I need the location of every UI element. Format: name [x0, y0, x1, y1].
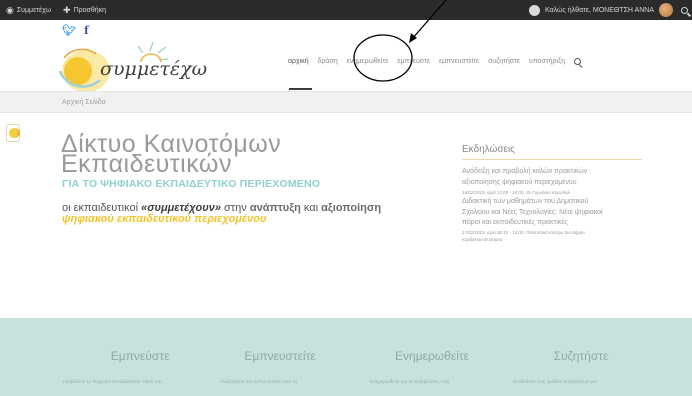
active-nav-underline [289, 88, 312, 90]
event-title-line: Σχολείου και Νέες Τεχνολογίες: Νέοι ψηφι… [462, 208, 603, 216]
events-divider [462, 159, 642, 160]
tagline-bold: αξιοποίηση [321, 202, 382, 214]
feature-title-inspire[interactable]: Εμπνεύστε [65, 349, 215, 363]
feature-title-discuss[interactable]: Συζητήστε [506, 349, 656, 363]
title-line-2: Εκπαιδευτικών [61, 150, 232, 178]
feature-text: Αναζητήστε και εμπνευστείτε από τα [220, 380, 297, 385]
tagline-part: και [300, 202, 322, 214]
notification-icon[interactable] [528, 4, 540, 16]
logo-text: συμμετέχω [100, 58, 208, 80]
plus-icon: ✚ [63, 4, 71, 15]
nav-item-inform[interactable]: ενημερωθείτε [347, 58, 389, 65]
nav-item-support[interactable]: υποστήριξη [529, 58, 565, 65]
avatar[interactable] [659, 3, 673, 17]
site-menu-item[interactable]: ◉ Συμμετέχω [6, 4, 52, 15]
hero-tagline: οι εκπαιδευτικοί «συμμετέχουν» στην ανάπ… [62, 203, 412, 225]
side-widget-tab[interactable] [6, 124, 20, 142]
nav-item-get-inspired[interactable]: εμπνευστείτε [439, 58, 479, 65]
page-subtitle: ΓΙΑ ΤΟ ΨΗΦΙΑΚΟ ΕΚΠΑΙΔΕΥΤΙΚΟ ΠΕΡΙΕΧΟΜΕΝΟ [62, 178, 321, 190]
nav-item-inspire[interactable]: εμπνευστε [397, 58, 430, 65]
event-date-line: Κορδελιού-Ευόσμου [462, 237, 503, 242]
feature-text: Ενημερωθείτε για τις εκδηλώσεις που [370, 380, 450, 385]
event-link[interactable]: Διδακτική των μαθημάτων του Δημοτικού Σχ… [462, 197, 647, 229]
event-title-line: αξιοποίησης ψηφιακού περιεχομένου [462, 178, 577, 186]
event-date-line: 17/02/2019, ώρα 08:15 - 14:00, Πολιτιστι… [462, 230, 585, 235]
page-title: Δίκτυο Καινοτόμων Εκπαιδευτικών [61, 132, 361, 178]
facebook-icon[interactable]: f [84, 24, 89, 37]
search-icon[interactable] [573, 58, 581, 65]
annotation-arrowhead [409, 33, 417, 43]
add-label: Προσθήκη [73, 6, 107, 14]
event-date: 16/02/2019, ώρα 12:00 - 15:00, 3ο Γυμνάσ… [462, 190, 570, 195]
main-nav: αρχική δράση ενημερωθείτε εμπνευστε εμπν… [288, 58, 581, 65]
feature-text: Υποβάλετε το Ψηφιακό Εκπαιδευτικό Υλικό … [62, 380, 163, 385]
twitter-icon[interactable]: 🐦︎ [62, 24, 76, 37]
add-new-item[interactable]: ✚ Προσθήκη [63, 4, 107, 15]
event-date: 17/02/2019, ώρα 08:15 - 14:00, Πολιτιστι… [462, 229, 647, 243]
event-title-line: Ανάδειξη και προβολή καλών πρακτικών [462, 168, 588, 175]
event-link[interactable]: Ανάδειξη και προβολή καλών πρακτικών αξι… [462, 167, 647, 188]
greeting-text[interactable]: Καλώς ήλθατε, ΜΟΝΕΘΤΣΗ ΑΝΝΑ [545, 7, 654, 14]
event-title-line: Διδακτική των μαθημάτων του Δημοτικού [462, 198, 589, 205]
nav-item-action[interactable]: δράση [318, 58, 338, 65]
social-links: 🐦︎ f [62, 24, 89, 37]
breadcrumb[interactable]: Αρχική Σελίδα [62, 99, 106, 106]
site-label: Συμμετέχω [16, 6, 52, 14]
admin-bar: ◉ Συμμετέχω ✚ Προσθήκη Καλώς ήλθατε, ΜΟΝ… [0, 0, 692, 20]
events-heading: Εκδηλώσεις [462, 144, 516, 155]
site-logo[interactable]: συμμετέχω [48, 38, 207, 94]
nav-item-home[interactable]: αρχική [288, 58, 309, 65]
feature-text: Συνδεθείτε στις ομάδες συζητήσεων για [513, 380, 597, 385]
breadcrumb-bar: Αρχική Σελίδα [0, 91, 692, 113]
dashboard-icon: ◉ [6, 4, 14, 15]
tagline-highlight: ψηφιακού εκπαιδευτικού περιεχομένου [62, 213, 267, 225]
admin-search-icon[interactable] [681, 6, 688, 14]
event-title-line: πόροι και εκπαιδευτικές πρακτικές [462, 219, 568, 226]
nav-item-discuss[interactable]: συζητήστε [488, 58, 520, 65]
feature-title-get-inspired[interactable]: Εμπνευστείτε [205, 349, 355, 363]
feature-title-inform[interactable]: Ενημερωθείτε [357, 349, 507, 363]
